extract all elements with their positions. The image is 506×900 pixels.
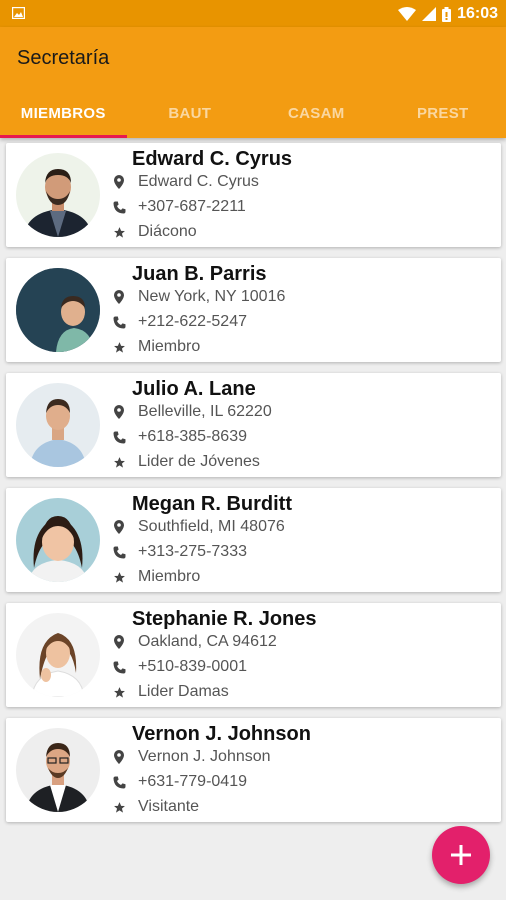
avatar: [16, 728, 100, 812]
member-location-text: Vernon J. Johnson: [138, 748, 271, 765]
member-role-text: Visitante: [138, 798, 200, 815]
status-bar: 16:03: [0, 0, 506, 27]
location-pin-icon: [112, 290, 126, 304]
member-location: Belleville, IL 62220: [112, 401, 272, 423]
location-pin-icon: [112, 520, 126, 534]
star-icon: [112, 340, 126, 354]
phone-icon: [112, 545, 126, 559]
member-card[interactable]: Megan R. Burditt Southfield, MI 48076 +3…: [6, 488, 501, 592]
member-role: Visitante: [112, 796, 199, 818]
star-icon: [112, 455, 126, 469]
member-role: Miembro: [112, 566, 200, 588]
tab-baut[interactable]: BAUT: [127, 91, 254, 138]
clock: 16:03: [457, 5, 498, 22]
battery-icon: [442, 6, 452, 22]
member-role: Lider de Jóvenes: [112, 451, 260, 473]
tab-prest[interactable]: PREST: [380, 91, 506, 138]
member-phone-text: +313-275-7333: [138, 543, 247, 560]
member-location-text: Southfield, MI 48076: [138, 518, 285, 535]
member-card[interactable]: Juan B. Parris New York, NY 10016 +212-6…: [6, 258, 501, 362]
star-icon: [112, 800, 126, 814]
member-name: Edward C. Cyrus: [132, 148, 293, 170]
avatar: [16, 498, 100, 582]
member-phone-text: +618-385-8639: [138, 428, 247, 445]
location-pin-icon: [112, 175, 126, 189]
star-icon: [112, 685, 126, 699]
signal-icon: [422, 7, 437, 21]
member-location-text: Belleville, IL 62220: [138, 403, 272, 420]
location-pin-icon: [112, 750, 126, 764]
phone-icon: [112, 200, 126, 214]
member-role-text: Lider de Jóvenes: [138, 453, 260, 470]
tab-casam[interactable]: CASAM: [253, 91, 380, 138]
member-phone[interactable]: +307-687-2211: [112, 196, 246, 218]
app-bar: Secretaría MIEMBROS BAUT CASAM PREST: [0, 27, 506, 138]
member-role-text: Miembro: [138, 568, 201, 585]
member-location-text: Edward C. Cyrus: [138, 173, 259, 190]
member-name: Julio A. Lane: [132, 378, 256, 400]
add-member-button[interactable]: [432, 826, 490, 884]
member-location: Edward C. Cyrus: [112, 171, 259, 193]
member-list: Edward C. Cyrus Edward C. Cyrus +307-687…: [6, 143, 501, 833]
avatar: [16, 268, 100, 352]
member-role-text: Miembro: [138, 338, 201, 355]
image-icon: [12, 7, 25, 19]
phone-icon: [112, 775, 126, 789]
member-card[interactable]: Julio A. Lane Belleville, IL 62220 +618-…: [6, 373, 501, 477]
member-role-text: Diácono: [138, 223, 197, 240]
wifi-icon: [398, 7, 417, 21]
member-phone-text: +212-622-5247: [138, 313, 247, 330]
member-role: Lider Damas: [112, 681, 229, 703]
phone-icon: [112, 430, 126, 444]
member-location-text: New York, NY 10016: [138, 288, 286, 305]
plus-icon: [451, 845, 471, 865]
member-location: Oakland, CA 94612: [112, 631, 277, 653]
member-location: Southfield, MI 48076: [112, 516, 285, 538]
avatar: [16, 153, 100, 237]
member-name: Juan B. Parris: [132, 263, 267, 285]
location-pin-icon: [112, 635, 126, 649]
member-location: New York, NY 10016: [112, 286, 285, 308]
app-title: Secretaría: [17, 47, 110, 69]
member-card[interactable]: Edward C. Cyrus Edward C. Cyrus +307-687…: [6, 143, 501, 247]
member-phone[interactable]: +313-275-7333: [112, 541, 247, 563]
member-card[interactable]: Vernon J. Johnson Vernon J. Johnson +631…: [6, 718, 501, 822]
member-phone[interactable]: +212-622-5247: [112, 311, 247, 333]
phone-icon: [112, 315, 126, 329]
star-icon: [112, 225, 126, 239]
member-card[interactable]: Stephanie R. Jones Oakland, CA 94612 +51…: [6, 603, 501, 707]
member-phone-text: +631-779-0419: [138, 773, 247, 790]
phone-icon: [112, 660, 126, 674]
member-location-text: Oakland, CA 94612: [138, 633, 277, 650]
member-phone-text: +307-687-2211: [138, 198, 246, 215]
member-phone[interactable]: +631-779-0419: [112, 771, 247, 793]
member-name: Stephanie R. Jones: [132, 608, 317, 630]
member-role: Miembro: [112, 336, 200, 358]
member-role: Diácono: [112, 221, 197, 243]
member-phone[interactable]: +618-385-8639: [112, 426, 247, 448]
star-icon: [112, 570, 126, 584]
avatar: [16, 613, 100, 697]
member-phone-text: +510-839-0001: [138, 658, 247, 675]
member-phone[interactable]: +510-839-0001: [112, 656, 247, 678]
location-pin-icon: [112, 405, 126, 419]
avatar: [16, 383, 100, 467]
member-name: Megan R. Burditt: [132, 493, 292, 515]
tab-miembros[interactable]: MIEMBROS: [0, 91, 127, 138]
tab-bar: MIEMBROS BAUT CASAM PREST: [0, 91, 506, 138]
member-location: Vernon J. Johnson: [112, 746, 271, 768]
member-role-text: Lider Damas: [138, 683, 229, 700]
member-name: Vernon J. Johnson: [132, 723, 311, 745]
